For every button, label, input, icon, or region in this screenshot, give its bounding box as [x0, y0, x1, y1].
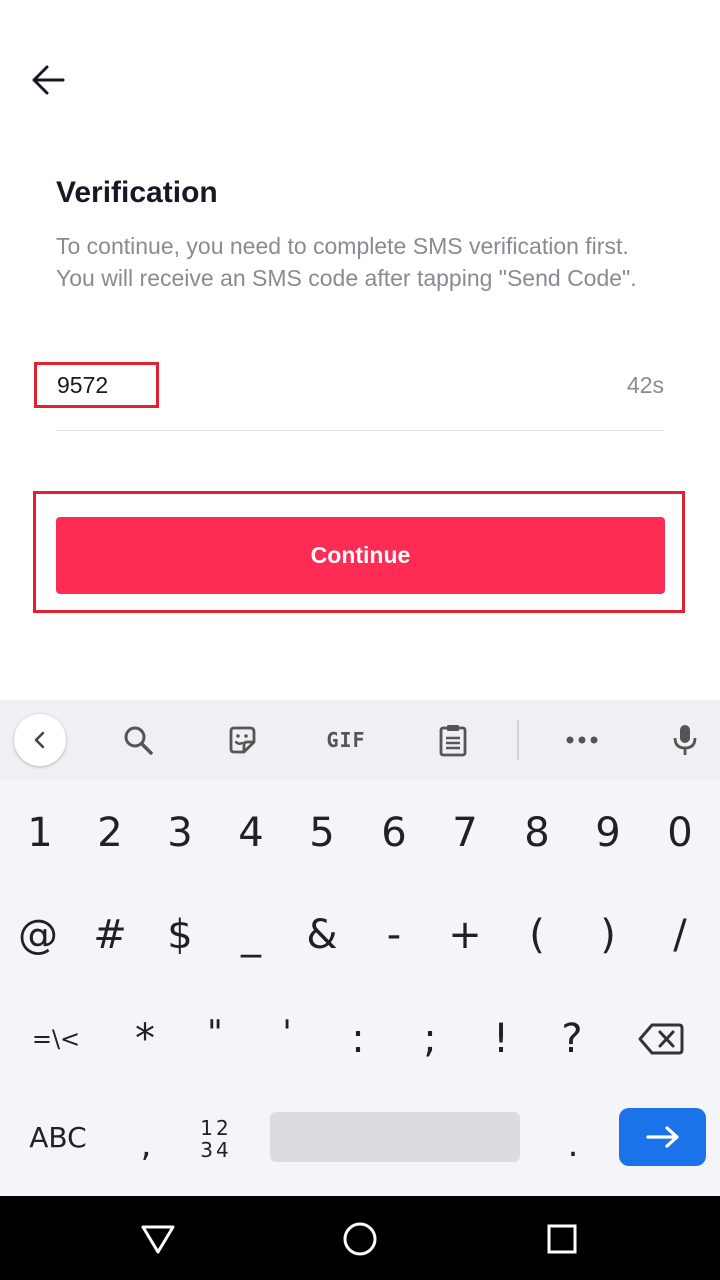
- key-at[interactable]: @: [3, 890, 73, 980]
- input-underline: [56, 430, 664, 431]
- key-0[interactable]: 0: [645, 788, 715, 878]
- key-double-quote[interactable]: ": [180, 988, 250, 1078]
- nav-recents-button[interactable]: [537, 1214, 587, 1264]
- key-colon[interactable]: :: [323, 994, 393, 1084]
- numpad-label-bottom: 34: [200, 1138, 232, 1162]
- key-minus[interactable]: -: [359, 890, 429, 980]
- resend-timer: 42s: [626, 372, 664, 398]
- key-question[interactable]: ?: [537, 994, 607, 1084]
- key-period[interactable]: .: [538, 1100, 608, 1190]
- keyboard-voice-button[interactable]: [657, 712, 713, 768]
- key-space[interactable]: [270, 1112, 520, 1162]
- key-hash[interactable]: #: [75, 890, 145, 980]
- search-icon: [124, 726, 153, 755]
- key-2[interactable]: 2: [75, 788, 145, 878]
- keyboard-gif-button[interactable]: GIF: [318, 712, 374, 768]
- verification-description: To continue, you need to complete SMS ve…: [56, 233, 637, 291]
- key-paren-left[interactable]: (: [502, 890, 572, 980]
- nav-home-button[interactable]: [335, 1214, 385, 1264]
- key-7[interactable]: 7: [430, 788, 500, 878]
- key-1[interactable]: 1: [5, 788, 75, 878]
- key-slash[interactable]: /: [645, 890, 715, 980]
- clipboard-icon: [439, 725, 467, 757]
- keyboard-sticker-button[interactable]: [214, 712, 270, 768]
- key-paren-right[interactable]: ): [573, 890, 643, 980]
- recents-square-icon: [547, 1224, 577, 1254]
- key-exclamation[interactable]: !: [466, 994, 536, 1084]
- sticker-icon: [229, 726, 256, 754]
- keyboard-clipboard-button[interactable]: [425, 712, 481, 768]
- numpad-label-top: 12: [200, 1116, 232, 1140]
- key-asterisk[interactable]: *: [110, 994, 180, 1084]
- key-abc[interactable]: ABC: [18, 1102, 98, 1172]
- key-8[interactable]: 8: [502, 788, 572, 878]
- key-5[interactable]: 5: [287, 788, 357, 878]
- key-enter[interactable]: [619, 1108, 706, 1166]
- mic-icon: [673, 725, 697, 755]
- continue-button[interactable]: Continue: [56, 517, 665, 594]
- arrow-left-icon: [32, 65, 65, 95]
- key-dollar[interactable]: $: [145, 890, 215, 980]
- key-semicolon[interactable]: ;: [395, 994, 465, 1084]
- toolbar-separator: [517, 720, 519, 760]
- key-ampersand[interactable]: &: [287, 890, 357, 980]
- key-9[interactable]: 9: [573, 788, 643, 878]
- page-title: Verification: [56, 176, 218, 209]
- key-plus[interactable]: +: [430, 890, 500, 980]
- keyboard-collapse-button[interactable]: [14, 714, 66, 766]
- chevron-left-icon: [34, 731, 45, 749]
- backspace-icon: [638, 1023, 684, 1055]
- key-numpad-toggle[interactable]: 12 34: [186, 1112, 246, 1166]
- key-backspace[interactable]: [626, 994, 696, 1084]
- arrow-right-icon: [645, 1126, 679, 1148]
- nav-back-button[interactable]: [133, 1214, 183, 1264]
- key-more-symbols[interactable]: =\<: [21, 994, 91, 1084]
- back-button[interactable]: [24, 56, 72, 104]
- code-input[interactable]: 9572: [57, 372, 108, 399]
- back-triangle-icon: [141, 1225, 175, 1254]
- gif-icon: GIF: [326, 728, 366, 752]
- key-4[interactable]: 4: [216, 788, 286, 878]
- more-icon: [566, 736, 598, 744]
- key-underscore[interactable]: _: [216, 890, 286, 980]
- key-single-quote[interactable]: ': [252, 988, 322, 1078]
- key-6[interactable]: 6: [359, 788, 429, 878]
- key-comma[interactable]: ,: [111, 1100, 181, 1190]
- keyboard-more-button[interactable]: [554, 712, 610, 768]
- keyboard-search-button[interactable]: [110, 712, 166, 768]
- home-circle-icon: [343, 1222, 377, 1256]
- key-3[interactable]: 3: [145, 788, 215, 878]
